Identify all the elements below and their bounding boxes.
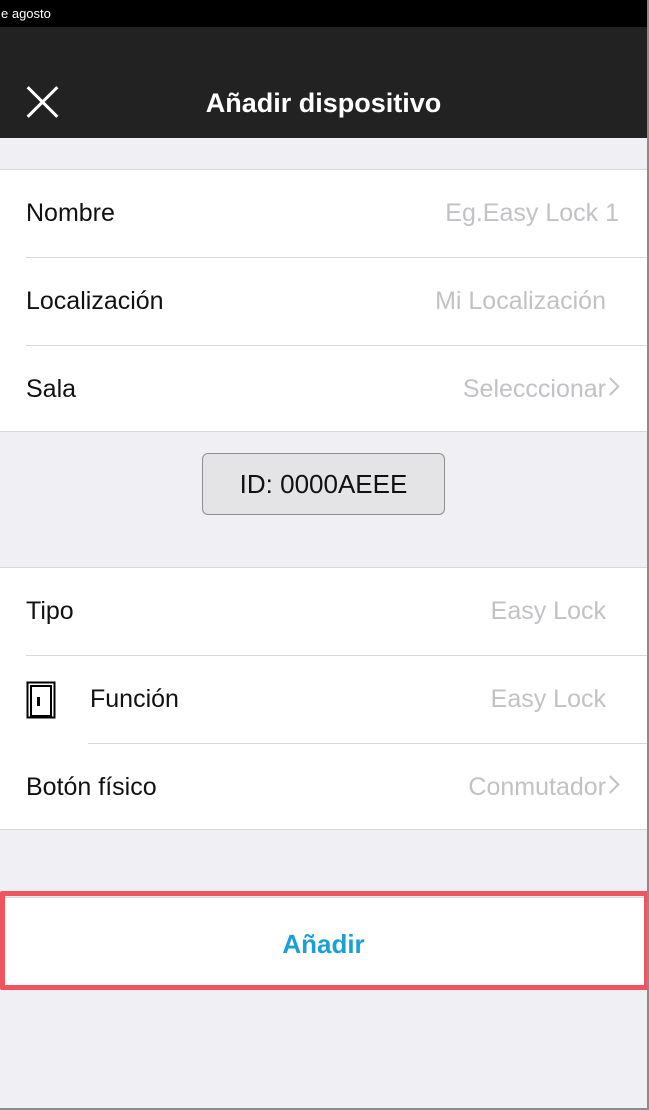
room-label: Sala: [26, 375, 77, 403]
room-row[interactable]: Sala Selecccionar: [0, 346, 647, 433]
name-input[interactable]: Eg.Easy Lock 1: [445, 170, 619, 257]
type-value: Easy Lock: [490, 597, 606, 625]
navigation-bar: Añadir dispositivo: [0, 27, 647, 138]
page-title: Añadir dispositivo: [205, 88, 442, 118]
device-type-group: Tipo Easy Lock Función Easy Lock Botón f…: [0, 567, 647, 830]
device-id-button[interactable]: ID: 0000AEEE: [202, 453, 445, 515]
physical-button-label: Botón físico: [26, 773, 157, 801]
room-value: Selecccionar: [462, 375, 606, 403]
function-label: Función: [90, 685, 179, 713]
physical-button-row[interactable]: Botón físico Conmutador: [0, 744, 647, 831]
type-row: Tipo Easy Lock: [0, 568, 647, 655]
door-icon: [26, 681, 56, 719]
add-button[interactable]: Añadir: [0, 897, 647, 990]
name-label: Nombre: [26, 199, 115, 227]
status-bar: e agosto: [0, 0, 647, 27]
location-row[interactable]: Localización Mi Localización: [0, 258, 647, 345]
name-row[interactable]: Nombre Eg.Easy Lock 1: [0, 170, 647, 257]
function-value: Easy Lock: [490, 685, 606, 713]
device-info-group: Nombre Eg.Easy Lock 1 Localización Mi Lo…: [0, 169, 647, 432]
status-date: e agosto: [1, 6, 51, 21]
location-value: Mi Localización: [435, 287, 606, 315]
physical-button-value: Conmutador: [468, 773, 606, 801]
type-label: Tipo: [26, 597, 74, 625]
function-row: Función Easy Lock: [0, 656, 647, 743]
location-label: Localización: [26, 287, 164, 315]
app-screen: e agosto Añadir dispositivo Nombre Eg.Ea…: [0, 0, 649, 1110]
